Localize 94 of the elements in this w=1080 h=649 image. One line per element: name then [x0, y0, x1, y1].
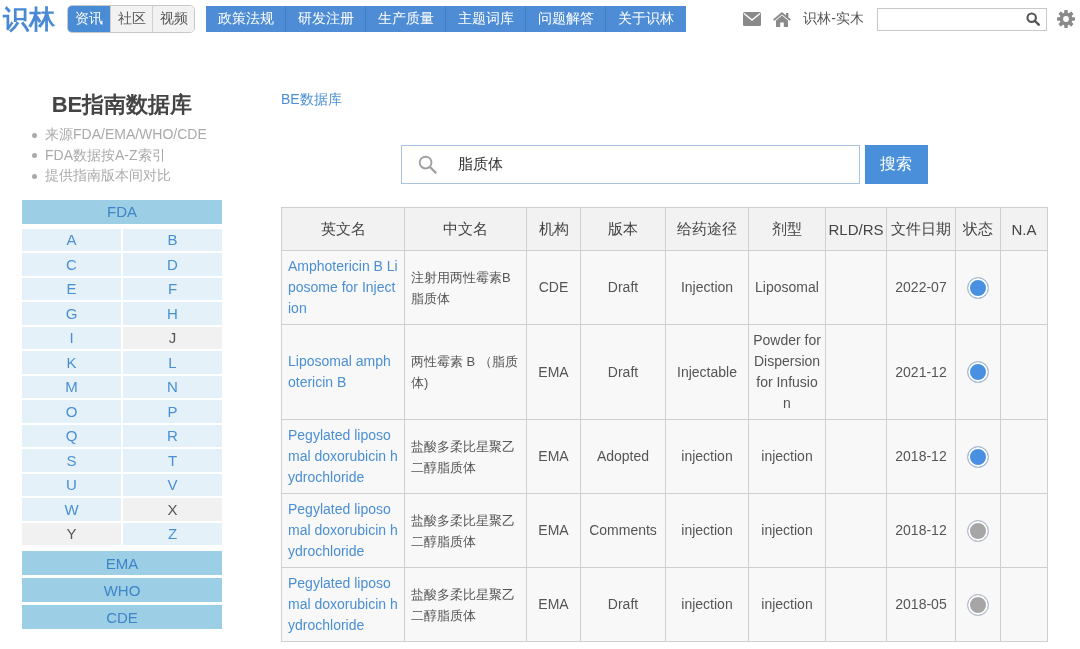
feature-text: FDA数据按A-Z索引	[45, 146, 166, 165]
sidebar-title: BE指南数据库	[50, 91, 194, 119]
letter-index-link[interactable]: P	[123, 400, 222, 423]
table-cell: 2018-12	[886, 419, 956, 494]
table-cell: EMA	[526, 567, 581, 642]
table-cell: 注射用两性霉素B脂质体	[404, 250, 527, 325]
section-tab[interactable]: 资讯	[68, 6, 110, 32]
site-logo[interactable]: 识林	[3, 4, 55, 34]
breadcrumb-link[interactable]: BE数据库	[281, 89, 342, 109]
letter-index-link[interactable]: O	[22, 400, 121, 423]
letter-index-link[interactable]: L	[123, 351, 222, 374]
nav-link[interactable]: 关于识林	[606, 6, 686, 32]
letter-index-link[interactable]: N	[123, 375, 222, 398]
letter-index-link[interactable]: D	[123, 253, 222, 276]
search-icon[interactable]	[1026, 12, 1040, 26]
letter-index-link[interactable]: G	[22, 302, 121, 325]
table-cell: 2018-12	[886, 493, 956, 568]
table-cell: 2018-05	[886, 567, 956, 642]
letter-index-link[interactable]: M	[22, 375, 121, 398]
table-cell: CDE	[526, 250, 581, 325]
nav-link[interactable]: 问题解答	[526, 6, 606, 32]
user-name[interactable]: 识林-实木	[803, 10, 864, 28]
feature-text: 来源FDA/EMA/WHO/CDE	[45, 126, 207, 145]
feature-text: 提供指南版本间对比	[45, 167, 171, 186]
table-cell: injection	[748, 419, 826, 494]
section-tab[interactable]: 社区	[110, 6, 152, 32]
nav-link[interactable]: 研发注册	[286, 6, 366, 32]
letter-index-link[interactable]: U	[22, 473, 121, 496]
bullet-icon	[32, 153, 37, 159]
site-search-field[interactable]	[877, 7, 1047, 31]
table-cell: Liposomal	[748, 250, 826, 325]
letter-index-link[interactable]: I	[22, 326, 121, 349]
column-header: RLD/RS	[825, 207, 887, 251]
table-cell: EMA	[526, 493, 581, 568]
source-tab[interactable]: WHO	[22, 578, 222, 602]
letter-index-link[interactable]: Z	[123, 522, 222, 545]
table-cell: 2022-07	[886, 250, 956, 325]
nav-link[interactable]: 政策法规	[206, 6, 286, 32]
column-header: 文件日期	[886, 207, 956, 251]
letter-index-link[interactable]: B	[123, 228, 222, 251]
column-header: 给药途径	[665, 207, 749, 251]
letter-index-link[interactable]: F	[123, 277, 222, 300]
nav-link[interactable]: 生产质量	[366, 6, 446, 32]
letter-index-link[interactable]: R	[123, 424, 222, 447]
letter-index-link[interactable]: Q	[22, 424, 121, 447]
search-field[interactable]: 脂质体	[400, 145, 860, 184]
settings-icon[interactable]	[1057, 10, 1075, 28]
letter-index-link[interactable]: W	[22, 498, 121, 521]
table-cell: 盐酸多柔比星聚乙二醇脂质体	[404, 419, 527, 494]
letter-index-link[interactable]: A	[22, 228, 121, 251]
table-cell: Powder for Dispersion for Infusion	[748, 324, 826, 420]
table-cell: injection	[665, 419, 749, 494]
letter-index-link[interactable]: T	[123, 449, 222, 472]
column-header: N.A	[1000, 207, 1048, 251]
column-header: 机构	[526, 207, 581, 251]
table-cell: injection	[665, 493, 749, 568]
source-tab[interactable]: CDE	[22, 605, 222, 629]
table-cell: Adopted	[580, 419, 666, 494]
letter-index-link[interactable]: E	[22, 277, 121, 300]
column-header: 中文名	[404, 207, 527, 251]
section-tab[interactable]: 视频	[152, 6, 194, 32]
letter-index-link[interactable]: H	[123, 302, 222, 325]
letter-index-link[interactable]: K	[22, 351, 121, 374]
search-icon	[417, 155, 437, 174]
table-cell: Injectable	[665, 324, 749, 420]
letter-index-link[interactable]: C	[22, 253, 121, 276]
home-icon[interactable]	[773, 11, 792, 27]
column-header: 英文名	[281, 207, 405, 251]
table-cell: injection	[748, 493, 826, 568]
table-cell: Draft	[580, 324, 666, 420]
letter-index-link[interactable]: S	[22, 449, 121, 472]
table-cell: injection	[748, 567, 826, 642]
column-header: 版本	[580, 207, 666, 251]
table-cell: Injection	[665, 250, 749, 325]
column-header: 剂型	[748, 207, 826, 251]
search-button[interactable]: 搜索	[864, 145, 928, 184]
table-cell: Draft	[580, 567, 666, 642]
source-tab[interactable]: EMA	[22, 551, 222, 575]
table-cell: EMA	[526, 419, 581, 494]
bullet-icon	[32, 173, 37, 179]
table-cell: Draft	[580, 250, 666, 325]
table-cell: Comments	[580, 493, 666, 568]
table-cell: 2021-12	[886, 324, 956, 420]
table-cell: injection	[665, 567, 749, 642]
table-cell: 两性霉素 B （脂质体)	[404, 324, 527, 420]
nav-link[interactable]: 主题词库	[446, 6, 526, 32]
letter-index-link[interactable]: V	[123, 473, 222, 496]
mail-icon[interactable]	[743, 12, 762, 26]
table-cell: EMA	[526, 324, 581, 420]
source-tab[interactable]: FDA	[22, 199, 222, 224]
table-cell: 盐酸多柔比星聚乙二醇脂质体	[404, 493, 527, 568]
table-cell: 盐酸多柔比星聚乙二醇脂质体	[404, 567, 527, 642]
bullet-icon	[32, 132, 37, 138]
column-header: 状态	[955, 207, 1001, 251]
